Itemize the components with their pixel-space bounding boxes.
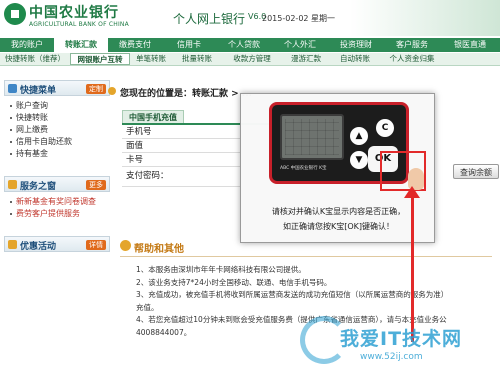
promotions-header: 优惠活动 详情 xyxy=(4,236,110,252)
sub-nav-item[interactable]: 漫游汇款 xyxy=(282,53,330,65)
quick-menu-header: 快捷菜单 定制 xyxy=(4,80,110,96)
sub-nav-item[interactable]: 批量转账 xyxy=(172,53,222,65)
bank-name-en: AGRICULTURAL BANK OF CHINA xyxy=(29,21,129,28)
sub-nav-item-active[interactable]: 网银账户互转 xyxy=(70,53,130,65)
sidebar: 快捷菜单 定制 账户查询 快捷转账 网上缴费 信用卡自助还款 持有基金 服务之窗… xyxy=(4,80,110,252)
main-nav-item[interactable]: 投资理财 xyxy=(328,38,384,52)
current-date: 2015-02-02 星期一 xyxy=(262,14,336,23)
sub-nav-item[interactable]: 收款方管理 xyxy=(222,53,282,65)
watermark-text: 我爱IT技术网 xyxy=(340,328,463,350)
main-nav-item-active[interactable]: 转账汇款 xyxy=(54,38,108,52)
main-nav-item[interactable]: 信用卡 xyxy=(162,38,216,52)
abc-logo-icon xyxy=(4,3,26,25)
bank-name-cn: 中国农业银行 xyxy=(29,5,119,21)
service-window-icon xyxy=(8,180,17,189)
main-nav-item[interactable]: 缴费支付 xyxy=(108,38,162,52)
quick-menu-title: 快捷菜单 xyxy=(20,86,57,96)
promotions-icon xyxy=(8,240,17,249)
header: 中国农业银行 AGRICULTURAL BANK OF CHINA 个人网上银行… xyxy=(0,0,500,36)
divider xyxy=(120,256,492,257)
dialog-message-line1: 请核对并确认K宝显示内容是否正确， xyxy=(271,207,406,216)
sub-nav-item[interactable]: 自动转账 xyxy=(330,53,380,65)
sub-nav-item[interactable]: 个人资金归集 xyxy=(380,53,444,65)
help-icon xyxy=(120,240,131,251)
main-nav-item[interactable]: 客户服务 xyxy=(384,38,440,52)
help-item: 充值。 xyxy=(136,302,159,312)
main-nav-item[interactable]: 个人外汇 xyxy=(272,38,328,52)
system-title: 个人网上银行 xyxy=(173,12,246,26)
bank-logo[interactable]: 中国农业银行 AGRICULTURAL BANK OF CHINA xyxy=(4,2,154,34)
up-arrow-icon: ▲ xyxy=(350,127,368,145)
quick-menu-item[interactable]: 网上缴费 xyxy=(10,124,110,136)
dialog-message-line2: 如正确请您按K宝[OK]键确认！ xyxy=(282,222,395,231)
service-window-header: 服务之窗 更多 xyxy=(4,176,110,192)
sub-nav: 快捷转账（维荐） 网银账户互转 单笔转账 批量转账 收款方管理 漫游汇款 自动转… xyxy=(0,53,500,66)
sub-nav-item[interactable]: 单笔转账 xyxy=(130,53,172,65)
header-decoration xyxy=(350,0,500,36)
kbao-confirm-dialog: ABC 中国农业银行 K宝 ▲ ▼ C OK 请核对并确认K宝显示内容是否正确，… xyxy=(240,93,435,243)
device-c-key: C xyxy=(376,119,394,137)
main-nav: 我的账户 转账汇款 缴费支付 信用卡 个人贷款 个人外汇 投资理财 客户服务 银… xyxy=(0,38,500,52)
service-window-title: 服务之窗 xyxy=(20,182,57,192)
watermark-url: www.52ij.com xyxy=(360,352,423,362)
quick-menu-item[interactable]: 信用卡自助还款 xyxy=(10,136,110,148)
quick-menu-item[interactable]: 账户查询 xyxy=(10,100,110,112)
more-button[interactable]: 更多 xyxy=(86,180,106,190)
down-arrow-icon: ▼ xyxy=(350,151,368,169)
tab-mobile-recharge[interactable]: 中国手机充值 xyxy=(122,110,184,123)
main-nav-item[interactable]: 银医直通 xyxy=(440,38,500,52)
help-item: 2、该业务支持7*24小时全国移动、联通、电信手机号码。 xyxy=(136,277,332,287)
site-watermark: 我爱IT技术网 www.52ij.com xyxy=(300,316,500,370)
location-icon xyxy=(108,87,116,95)
quick-menu-icon xyxy=(8,84,17,93)
service-link[interactable]: 费劳客户提供服务 xyxy=(10,208,110,220)
device-screen xyxy=(280,114,344,160)
query-balance-button[interactable]: 查询余额 xyxy=(453,164,499,179)
help-item: 3、充值成功，被充值手机将收到所属运营商发送的成功充值短信（以所属运营商的服务为… xyxy=(136,290,449,299)
quick-menu-item[interactable]: 快捷转账 xyxy=(10,112,110,124)
main-nav-item[interactable]: 我的账户 xyxy=(0,38,54,52)
service-window-list: 新新基金有奖问卷调查 费劳客户提供服务 xyxy=(4,192,110,222)
promotions-title: 优惠活动 xyxy=(20,242,57,252)
help-item: 1、本服务由深圳市年年卡网络科技有限公司提供。 xyxy=(136,265,306,274)
device-brand: ABC 中国农业银行 K宝 xyxy=(280,166,327,171)
sub-nav-item[interactable]: 快捷转账（维荐） xyxy=(0,53,70,65)
customize-button[interactable]: 定制 xyxy=(86,84,106,94)
details-button[interactable]: 详情 xyxy=(86,240,106,250)
main-nav-item[interactable]: 个人贷款 xyxy=(216,38,272,52)
location-breadcrumb: 您现在的位置是：转账汇款 > ... xyxy=(120,89,253,99)
quick-menu-list: 账户查询 快捷转账 网上缴费 信用卡自助还款 持有基金 xyxy=(4,96,110,162)
help-title: 帮助和其他 xyxy=(134,244,184,255)
service-link[interactable]: 新新基金有奖问卷调查 xyxy=(10,196,110,208)
quick-menu-item[interactable]: 持有基金 xyxy=(10,148,110,160)
